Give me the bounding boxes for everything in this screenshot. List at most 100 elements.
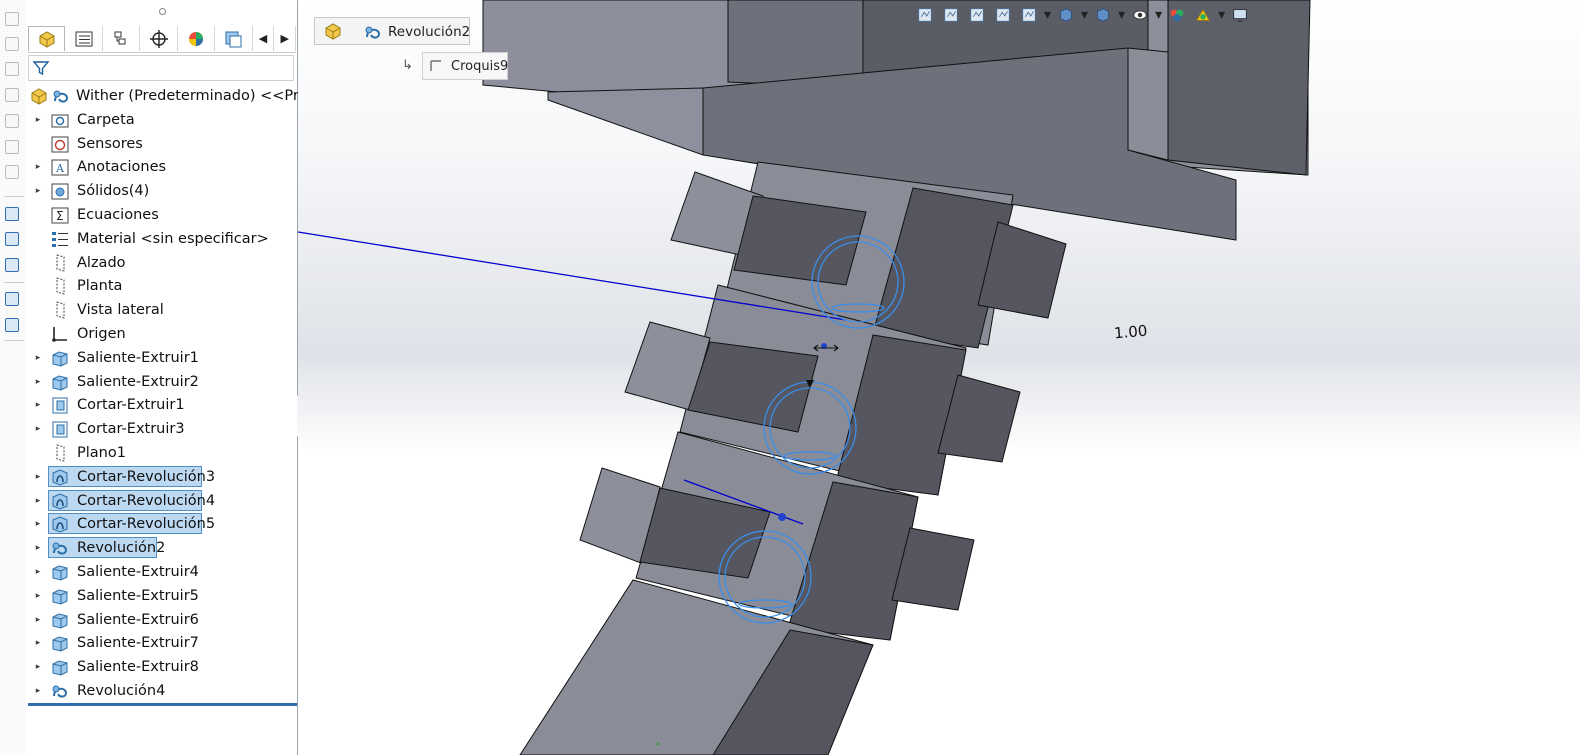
expand-arrow-icon[interactable]: ▸ xyxy=(33,684,43,698)
tree-item-label: Cortar-Extruir3 xyxy=(77,421,185,438)
tree-item-label: Saliente-Extruir7 xyxy=(77,635,199,652)
filter-icon[interactable] xyxy=(32,59,50,77)
sketch-point[interactable] xyxy=(778,513,786,521)
tree-item[interactable]: ▸ Cortar-Extruir3 xyxy=(26,418,297,440)
tree-item[interactable]: ▸ Revolución2 xyxy=(26,537,297,559)
expand-arrow-icon[interactable]: ▸ xyxy=(33,351,43,365)
expand-arrow-icon[interactable]: ▸ xyxy=(33,470,43,484)
tree-item[interactable]: ▸ Cortar-Revolución3 xyxy=(26,465,297,488)
tree-item[interactable]: ▸ Sólidos(4) xyxy=(26,180,297,202)
expand-arrow-icon[interactable]: ▸ xyxy=(33,422,43,436)
dynamic-annotation-icon[interactable] xyxy=(1018,4,1040,26)
smart-dimension-icon[interactable] xyxy=(3,205,23,225)
display-icon[interactable] xyxy=(3,256,23,276)
model-scene[interactable] xyxy=(298,0,1580,755)
tree-item[interactable]: Origen xyxy=(26,323,297,345)
tree-item[interactable]: ▸ Cortar-Revolución5 xyxy=(26,513,297,535)
relations-icon[interactable] xyxy=(3,230,23,250)
tree-item[interactable]: ▸ Saliente-Extruir7 xyxy=(26,632,297,654)
cam-tab[interactable] xyxy=(215,26,253,51)
part-icon[interactable] xyxy=(323,22,343,40)
tree-item[interactable]: ▸ Saliente-Extruir2 xyxy=(26,371,297,393)
expand-arrow-icon[interactable]: ▸ xyxy=(33,113,43,127)
view-settings-icon[interactable] xyxy=(3,316,23,336)
dropdown-arrow-icon[interactable]: ▾ xyxy=(1081,7,1088,23)
sketch-mode-icon[interactable] xyxy=(3,10,23,30)
expand-arrow-icon[interactable]: ▸ xyxy=(33,589,43,603)
panel-grip[interactable] xyxy=(26,0,297,22)
tree-item-label: Saliente-Extruir8 xyxy=(77,659,199,676)
revolve-icon[interactable] xyxy=(363,22,383,42)
dropdown-arrow-icon[interactable]: ▾ xyxy=(1044,7,1051,23)
edit-appearance-icon[interactable] xyxy=(1166,4,1188,26)
featuremanager-tab[interactable] xyxy=(28,26,66,51)
neck-side-face[interactable] xyxy=(733,195,867,286)
tab-scroll-right-icon[interactable]: ▶ xyxy=(274,26,297,51)
sketch-mode-icon[interactable] xyxy=(3,163,23,183)
dimension-value[interactable]: 1.00 xyxy=(1113,322,1148,343)
expand-arrow-icon[interactable]: ▸ xyxy=(33,160,43,174)
tree-item[interactable]: ▸ Saliente-Extruir4 xyxy=(26,561,297,583)
expand-arrow-icon[interactable]: ▸ xyxy=(33,184,43,198)
tree-item[interactable]: ▸ Saliente-Extruir5 xyxy=(26,585,297,607)
tab-scroll-left-icon[interactable]: ◀ xyxy=(253,26,275,51)
zoom-to-area-icon[interactable] xyxy=(940,4,962,26)
sketch-mode-icon[interactable] xyxy=(3,86,23,106)
expand-arrow-icon[interactable]: ▸ xyxy=(33,636,43,650)
view-settings-icon[interactable] xyxy=(3,290,23,310)
expand-arrow-icon[interactable]: ▸ xyxy=(33,517,43,531)
sketch-mode-icon[interactable] xyxy=(3,138,23,158)
body-top-side-face[interactable] xyxy=(1127,47,1169,161)
tree-item[interactable]: ▸ Cortar-Revolución4 xyxy=(26,489,297,512)
tree-root[interactable]: Wither (Predeterminado) <<Prede xyxy=(26,85,326,107)
dropdown-arrow-icon[interactable]: ▾ xyxy=(1155,7,1162,23)
hide-show-icon[interactable] xyxy=(1129,4,1151,26)
view-orientation-icon[interactable] xyxy=(1055,4,1077,26)
tree-item-label: Saliente-Extruir1 xyxy=(77,349,199,366)
breadcrumb-sketch-label[interactable]: Croquis9 xyxy=(451,53,508,81)
dropdown-arrow-icon[interactable]: ▾ xyxy=(1118,7,1125,23)
propertymanager-tab[interactable] xyxy=(65,26,103,51)
tree-item[interactable]: Sensores xyxy=(26,133,297,155)
dimxpert-tab[interactable] xyxy=(140,26,178,51)
sketch-mode-icon[interactable] xyxy=(3,35,23,55)
expand-arrow-icon[interactable]: ▸ xyxy=(33,398,43,412)
expand-arrow-icon[interactable]: ▸ xyxy=(33,660,43,674)
apply-scene-icon[interactable] xyxy=(1192,4,1214,26)
expand-arrow-icon[interactable]: ▸ xyxy=(33,494,43,508)
expand-arrow-icon[interactable]: ▸ xyxy=(33,375,43,389)
display-style-icon[interactable] xyxy=(1092,4,1114,26)
tree-item-label: Alzado xyxy=(77,254,126,271)
tree-item[interactable]: Σ Ecuaciones xyxy=(26,204,297,226)
tree-item[interactable]: ▸ Cortar-Extruir1 xyxy=(26,394,297,416)
tree-item[interactable]: ▸ Saliente-Extruir8 xyxy=(26,656,297,678)
graphics-area[interactable]: 1.00 Revolución2 ↳ Croquis9 ▾ ▾ ▾ ▾ ▾ ⌃ xyxy=(298,0,1580,755)
tree-item[interactable]: Plano1 xyxy=(26,442,297,464)
tree-item[interactable]: Material <sin especificar> xyxy=(26,228,297,250)
tree-item[interactable]: ▸ A Anotaciones xyxy=(26,156,297,178)
section-view-icon[interactable] xyxy=(992,4,1014,26)
sketch-mode-icon[interactable] xyxy=(3,112,23,132)
previous-view-icon[interactable] xyxy=(966,4,988,26)
tree-filter[interactable] xyxy=(28,55,294,81)
breadcrumb-sketch[interactable]: Croquis9 xyxy=(422,52,508,80)
tree-item[interactable]: ▸ Saliente-Extruir1 xyxy=(26,347,297,369)
tree-item[interactable]: ▸ Saliente-Extruir6 xyxy=(26,609,297,631)
displaymanager-tab[interactable] xyxy=(178,26,216,51)
tree-item[interactable]: Alzado xyxy=(26,252,297,274)
expand-arrow-icon[interactable]: ▸ xyxy=(33,613,43,627)
tree-item[interactable]: ▸ Carpeta xyxy=(26,109,297,131)
dropdown-arrow-icon[interactable]: ▾ xyxy=(1218,7,1225,23)
expand-arrow-icon[interactable]: ▸ xyxy=(33,565,43,579)
tree-item[interactable]: ▸ Revolución4 xyxy=(26,680,297,702)
sketch-mode-icon[interactable] xyxy=(3,60,23,80)
breadcrumb[interactable]: Revolución2 xyxy=(314,17,470,45)
tree-item[interactable]: Vista lateral xyxy=(26,299,297,321)
plane-icon xyxy=(50,253,70,273)
tree-item[interactable]: Planta xyxy=(26,275,297,297)
expand-arrow-icon[interactable]: ▸ xyxy=(33,541,43,555)
zoom-to-fit-icon[interactable] xyxy=(914,4,936,26)
view-settings-icon[interactable] xyxy=(1229,4,1251,26)
configurationmanager-tab[interactable] xyxy=(103,26,141,51)
breadcrumb-feature[interactable]: Revolución2 xyxy=(388,18,470,46)
